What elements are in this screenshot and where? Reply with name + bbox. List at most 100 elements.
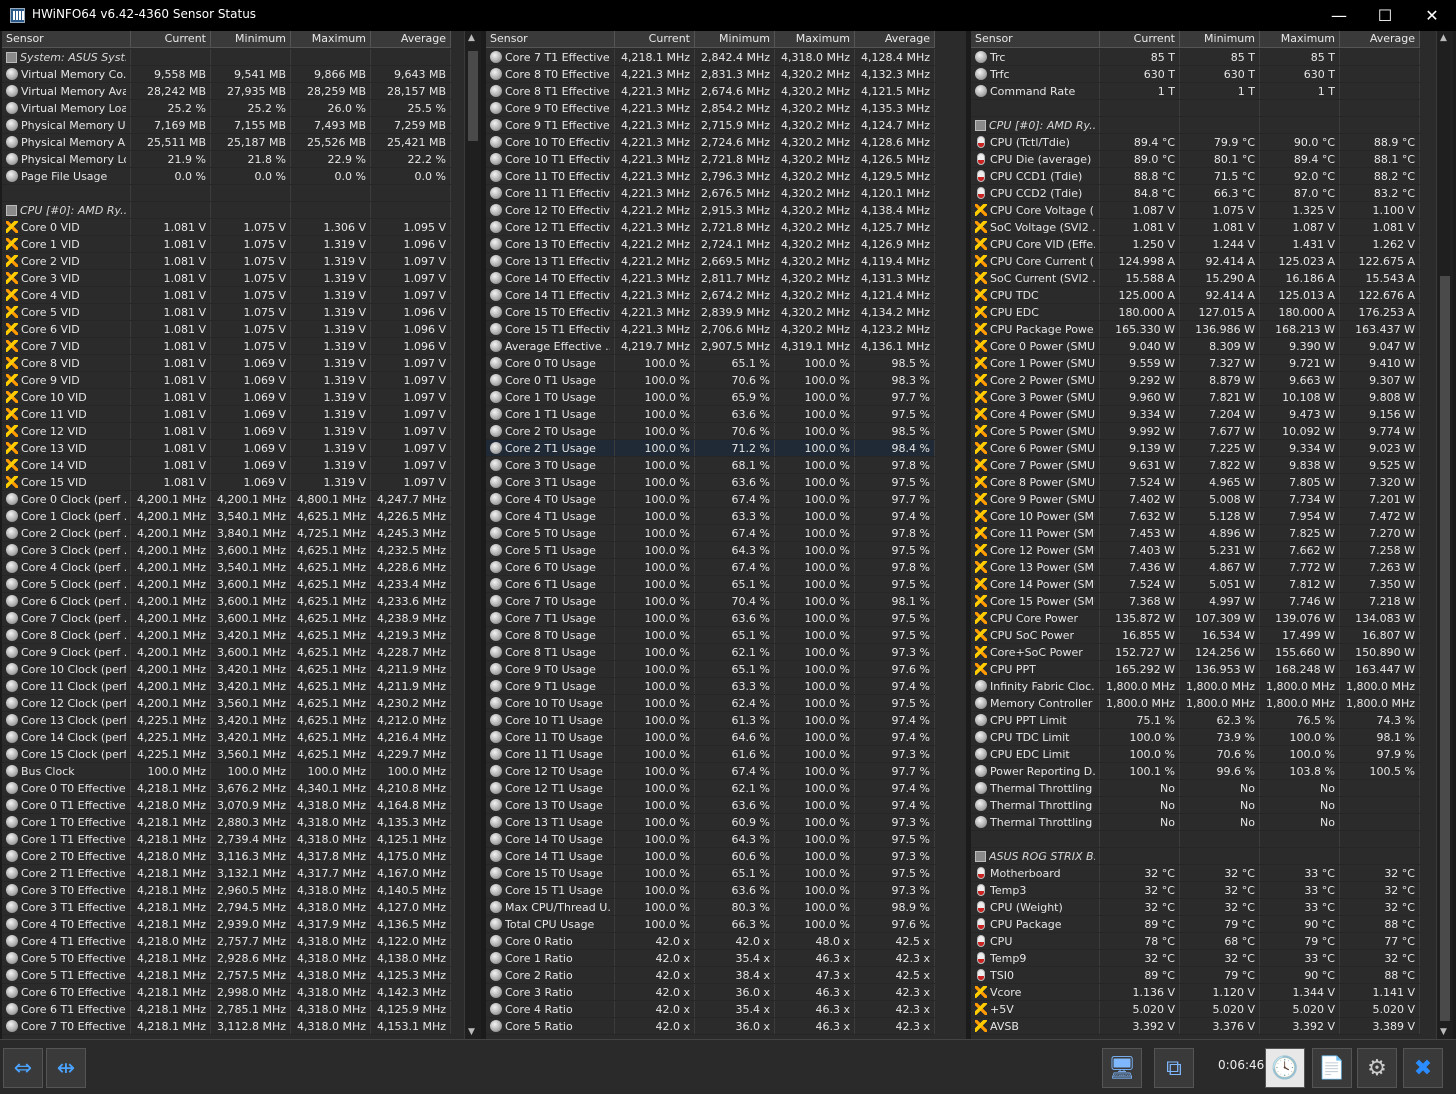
sensor-row[interactable]: Core 14 T0 Usage 100.0 % 64.3 % 100.0 % 97.5… (486, 831, 935, 848)
sensor-row[interactable]: Core 4 VID 1.081 V 1.075 V 1.319 V 1.097 V (2, 287, 451, 304)
sensor-row[interactable]: Core 9 Clock (perf ... 4,200.1 MHz 3,600.1… (2, 644, 451, 661)
sensor-row[interactable]: Core 9 T1 Usage 100.0 % 63.3 % 100.0 % 97.4 … (486, 678, 935, 695)
sensor-row[interactable]: Power Reporting D... 100.1 % 99.6 % 103.8 %… (971, 763, 1420, 780)
scrollbar-thumb[interactable] (1440, 276, 1450, 1021)
sensor-row[interactable]: CPU Core Power 135.872 W 107.309 W 139.076 … (971, 610, 1420, 627)
sensor-row[interactable]: Core 2 Clock (perf ... 4,200.1 MHz 3,840.1… (2, 525, 451, 542)
sensor-row[interactable]: Core 11 T1 Effectiv... 4,221.3 MHz 2,676.5… (486, 185, 935, 202)
column-header-minimum[interactable]: Minimum (695, 31, 775, 48)
sensor-row[interactable]: Core 10 Power (SMU) 7.632 W 5.128 W 7.954 W… (971, 508, 1420, 525)
sensor-row[interactable]: Core 7 T1 Usage 100.0 % 63.6 % 100.0 % 97.5 … (486, 610, 935, 627)
sensor-row[interactable]: Core 14 Clock (perf... 4,225.1 MHz 3,420.1… (2, 729, 451, 746)
sensor-row[interactable]: Core 10 Clock (perf... 4,200.1 MHz 3,420.1… (2, 661, 451, 678)
sensor-row[interactable]: Infinity Fabric Cloc... 1,800.0 MHz 1,800.… (971, 678, 1420, 695)
sensor-row[interactable]: Core 2 T1 Usage 100.0 % 71.2 % 100.0 % 98.4 … (486, 440, 935, 457)
close-button[interactable]: ✕ (1409, 0, 1455, 31)
sensor-row[interactable]: Core 10 VID 1.081 V 1.069 V 1.319 V 1.097 V (2, 389, 451, 406)
sensor-row[interactable]: Physical Memory U... 7,169 MB 7,155 MB 7,49… (2, 117, 451, 134)
sensor-row[interactable]: Core 7 T1 Effective ... 4,218.1 MHz2,842.… (486, 49, 935, 66)
sensor-row[interactable]: Core 12 Power (SMU) 7.403 W 5.231 W 7.662 W… (971, 542, 1420, 559)
sensor-row[interactable]: Core 9 Power (SMU) 7.402 W 5.008 W 7.734 W7… (971, 491, 1420, 508)
sensor-row[interactable]: CPU PPT 165.292 W 136.953 W 168.248 W 163.44… (971, 661, 1420, 678)
sensor-row[interactable]: Temp9 32 °C 32 °C 33 °C 32 °C (971, 950, 1420, 967)
sensor-row[interactable]: Core 12 T0 Usage 100.0 % 67.4 % 100.0 % 97.7… (486, 763, 935, 780)
sensor-row[interactable]: Core 7 VID 1.081 V 1.075 V 1.319 V 1.096 V (2, 338, 451, 355)
sensor-row[interactable]: Core+SoC Power 152.727 W 124.256 W 155.660 … (971, 644, 1420, 661)
sensor-row[interactable]: Average Effective ... 4,219.7 MHz 2,907.5 … (486, 338, 935, 355)
sensor-row[interactable]: +5V 5.020 V 5.020 V 5.020 V 5.020 V (971, 1001, 1420, 1018)
sensor-row[interactable]: CPU CCD2 (Tdie) 84.8 °C 66.3 °C 87.0 °C 83.2… (971, 185, 1420, 202)
sensor-row[interactable]: CPU CCD1 (Tdie) 88.8 °C 71.5 °C 92.0 °C 88.2… (971, 168, 1420, 185)
sensor-row[interactable]: Core 11 T0 Effectiv... 4,221.3 MHz 2,796.3… (486, 168, 935, 185)
sensor-group-header[interactable]: System: ASUS Syst... (2, 49, 451, 66)
column-header-current[interactable]: Current (131, 31, 211, 48)
sensor-row[interactable]: Core 4 T0 Usage 100.0 % 67.4 % 100.0 % 97.7 … (486, 491, 935, 508)
arrows-left-right-icon[interactable]: ⇔ (3, 1048, 43, 1088)
scrollbar-thumb[interactable] (468, 51, 478, 141)
sensor-row[interactable]: CPU TDC 125.000 A 92.414 A 125.013 A 122.676… (971, 287, 1420, 304)
arrows-collapse-icon[interactable]: ⇹ (46, 1048, 86, 1088)
sensor-row[interactable]: Core 9 VID 1.081 V 1.069 V 1.319 V 1.097 V (2, 372, 451, 389)
sensor-row[interactable]: Core 8 T1 Effective... 4,221.3 MHz 2,674.6… (486, 83, 935, 100)
column-header-sensor[interactable]: Sensor (2, 31, 131, 48)
sensor-row[interactable]: Core 3 Ratio 42.0 x 36.0 x 46.3 x 42.3 x (486, 984, 935, 1001)
scroll-up-icon[interactable]: ▲ (468, 33, 475, 43)
report-add-icon[interactable]: 📄 (1312, 1048, 1352, 1088)
sensor-row[interactable]: Core 15 Clock (perf... 4,225.1 MHz 3,560.1… (2, 746, 451, 763)
clock-icon[interactable]: 🕓 (1265, 1048, 1305, 1088)
sensor-row[interactable]: Core 5 T1 Effective... 4,218.1 MHz 2,757.5… (2, 967, 451, 984)
sensor-row[interactable]: CPU Core Voltage (... 1.087 V 1.075 V 1.325… (971, 202, 1420, 219)
sensor-row[interactable]: CPU 78 °C 68 °C 79 °C 77 °C (971, 933, 1420, 950)
sensor-row[interactable]: Core 4 T1 Effective... 4,218.0 MHz 2,757.7… (2, 933, 451, 950)
sensor-row[interactable]: CPU SoC Power 16.855 W 16.534 W 17.499 W 16.… (971, 627, 1420, 644)
sensor-row[interactable]: Core 6 VID 1.081 V 1.075 V 1.319 V 1.096 V (2, 321, 451, 338)
sensor-row[interactable]: Core 14 T1 Effectiv... 4,221.3 MHz 2,674.2… (486, 287, 935, 304)
sensor-group-header[interactable]: CPU [#0]: AMD Ry... (2, 202, 451, 219)
sensor-row[interactable]: Core 8 VID 1.081 V 1.069 V 1.319 V 1.097 V (2, 355, 451, 372)
sensor-row[interactable]: Thermal Throttling ... No No No (971, 797, 1420, 814)
sensor-row[interactable]: CPU Core VID (Effe... 1.250 V 1.244 V 1.431… (971, 236, 1420, 253)
column-header-maximum[interactable]: Maximum (1260, 31, 1340, 48)
sensor-row[interactable]: Core 13 T0 Usage 100.0 % 63.6 % 100.0 % 97.4… (486, 797, 935, 814)
sensor-row[interactable]: Core 15 T1 Effectiv... 4,221.3 MHz 2,706.6… (486, 321, 935, 338)
sensor-row[interactable]: CPU Core Current (... 124.998 A 92.414 A 12… (971, 253, 1420, 270)
sensor-row[interactable]: Core 6 T0 Usage 100.0 % 67.4 % 100.0 % 97.8 … (486, 559, 935, 576)
sensor-row[interactable]: CPU PPT Limit 75.1 % 62.3 % 76.5 % 74.3 % (971, 712, 1420, 729)
sensor-row[interactable]: Core 12 T0 Effectiv... 4,221.2 MHz 2,915.3… (486, 202, 935, 219)
column-header-sensor[interactable]: Sensor (486, 31, 615, 48)
scroll-down-icon[interactable]: ▼ (468, 1027, 475, 1037)
sensor-row[interactable]: Core 10 T1 Effectiv... 4,221.3 MHz 2,721.8… (486, 151, 935, 168)
sensor-row[interactable]: Core 7 T0 Usage 100.0 % 70.4 % 100.0 % 98.1 … (486, 593, 935, 610)
sensor-row[interactable]: Core 13 VID 1.081 V 1.069 V 1.319 V 1.097 V (2, 440, 451, 457)
sensor-row[interactable]: Core 1 VID 1.081 V 1.075 V 1.319 V 1.096 V (2, 236, 451, 253)
sensor-row[interactable]: Physical Memory A... 25,511 MB 25,187 MB 25… (2, 134, 451, 151)
sensor-group-header[interactable]: ASUS ROG STRIX B... (971, 848, 1420, 865)
sensor-row[interactable]: Core 3 T1 Effective... 4,218.1 MHz 2,794.5… (2, 899, 451, 916)
sensor-row[interactable]: Core 5 T1 Usage 100.0 % 64.3 % 100.0 % 97.5 … (486, 542, 935, 559)
sensor-row[interactable]: Core 14 VID 1.081 V 1.069 V 1.319 V 1.097 V (2, 457, 451, 474)
sensor-row[interactable]: CPU Die (average) 89.0 °C 80.1 °C 89.4 °C 88… (971, 151, 1420, 168)
maximize-button[interactable]: ☐ (1362, 0, 1408, 31)
sensor-panel-3[interactable]: Sensor Current Minimum Maximum Average Trc 85 … (971, 31, 1453, 1039)
sensor-row[interactable]: Core 1 T0 Usage 100.0 % 65.9 % 100.0 % 97.7 … (486, 389, 935, 406)
sensor-row[interactable]: Command Rate 1 T1 T1 T (971, 83, 1420, 100)
sensor-row[interactable]: Core 12 T1 Effectiv... 4,221.3 MHz 2,721.8… (486, 219, 935, 236)
sensor-row[interactable]: Core 0 T1 Usage 100.0 % 70.6 % 100.0 % 98.3 … (486, 372, 935, 389)
sensor-row[interactable]: Core 13 T1 Effectiv... 4,221.2 MHz 2,669.5… (486, 253, 935, 270)
sensor-row[interactable]: Core 15 T1 Usage 100.0 % 63.6 % 100.0 % 97.3… (486, 882, 935, 899)
sensor-row[interactable]: Core 7 T0 Effective... 4,218.1 MHz 3,112.8… (2, 1018, 451, 1035)
sensor-row[interactable]: Max CPU/Thread U... 100.0 % 80.3 % 100.0 % 9… (486, 899, 935, 916)
sensor-row[interactable]: CPU TDC Limit 100.0 % 73.9 % 100.0 % 98.1 % (971, 729, 1420, 746)
sensor-row[interactable]: Core 15 VID 1.081 V 1.069 V 1.319 V 1.097 V (2, 474, 451, 491)
sensor-row[interactable]: CPU (Weight) 32 °C 32 °C 33 °C 32 °C (971, 899, 1420, 916)
sensor-row[interactable]: Core 8 T0 Usage 100.0 % 65.1 % 100.0 % 97.5 … (486, 627, 935, 644)
sensor-row[interactable]: Core 15 Power (SMU) 7.368 W 4.997 W 7.746 W… (971, 593, 1420, 610)
sensor-row[interactable]: Physical Memory Load 21.9 %21.8 %22.9 %22… (2, 151, 451, 168)
sensor-row[interactable]: Core 0 T0 Usage 100.0 % 65.1 % 100.0 % 98.5 … (486, 355, 935, 372)
sensor-row[interactable]: Core 2 T0 Effective... 4,218.0 MHz 3,116.3… (2, 848, 451, 865)
column-header-sensor[interactable]: Sensor (971, 31, 1100, 48)
sensor-row[interactable]: Core 8 Power (SMU) 7.524 W 4.965 W 7.805 W7… (971, 474, 1420, 491)
vertical-scrollbar[interactable]: ▲ ▼ (1436, 31, 1453, 1039)
sensor-row[interactable]: Core 3 VID 1.081 V 1.075 V 1.319 V 1.097 V (2, 270, 451, 287)
sensor-row[interactable]: Core 10 T0 Effectiv... 4,221.3 MHz 2,724.6… (486, 134, 935, 151)
